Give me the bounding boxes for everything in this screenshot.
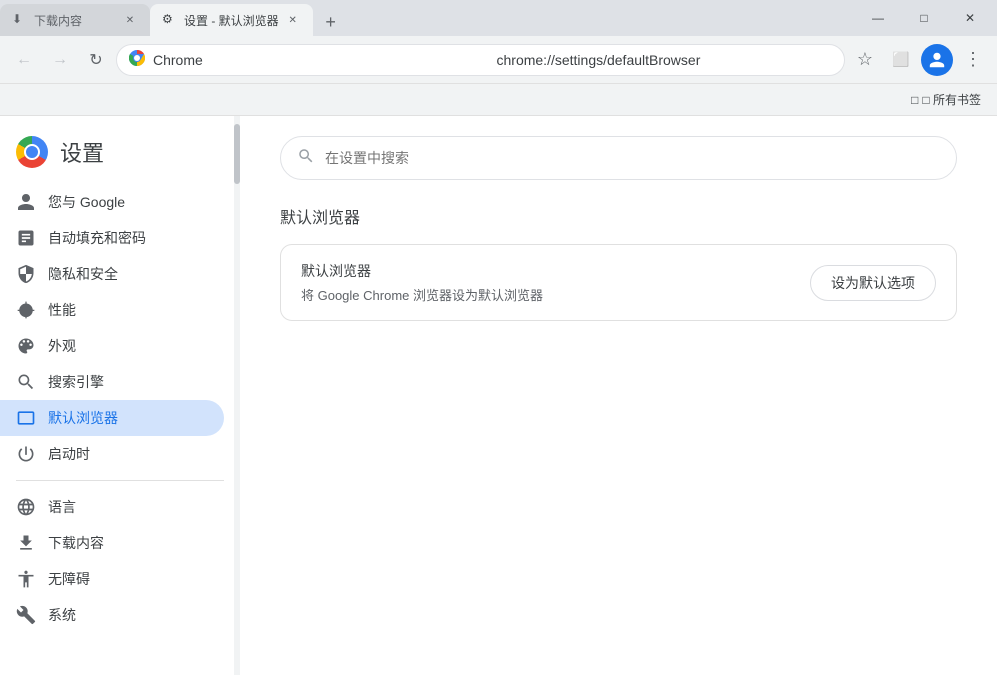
sidebar-item-google-label: 您与 Google [48, 192, 125, 212]
menu-button[interactable]: ⋮ [957, 44, 989, 76]
startup-icon [16, 444, 36, 464]
tab-settings-close[interactable]: ✕ [285, 12, 301, 28]
default-browser-card: 默认浏览器 将 Google Chrome 浏览器设为默认浏览器 设为默认选项 [280, 244, 957, 321]
sidebar-item-downloads-label: 下载内容 [48, 533, 104, 553]
sidebar-item-autofill-label: 自动填充和密码 [48, 228, 146, 248]
tab-downloads[interactable]: ⬇ 下载内容 ✕ [0, 4, 150, 36]
sidebar-item-startup-label: 启动时 [48, 444, 90, 464]
sidebar-scrollbar-thumb [234, 124, 240, 184]
chrome-logo-area: 设置 [0, 132, 240, 184]
sidebar-item-startup[interactable]: 启动时 [0, 436, 224, 472]
search-input[interactable] [325, 150, 940, 166]
sidebar-item-system-label: 系统 [48, 605, 76, 625]
sidebar-item-performance-label: 性能 [48, 300, 76, 320]
chrome-logo-small [129, 50, 145, 69]
card-subtitle: 将 Google Chrome 浏览器设为默认浏览器 [301, 285, 794, 304]
sidebar-item-privacy[interactable]: 隐私和安全 [0, 256, 224, 292]
sidebar-item-privacy-label: 隐私和安全 [48, 264, 118, 284]
chrome-logo-icon [16, 136, 48, 168]
minimize-button[interactable]: — [855, 0, 901, 36]
toolbar: ← → ↻ Chrome chrome://settings/defaultBr… [0, 36, 997, 84]
chrome-label: Chrome [153, 52, 489, 68]
card-text: 默认浏览器 将 Google Chrome 浏览器设为默认浏览器 [301, 261, 794, 304]
bookmarks-bar: □ □ 所有书签 [0, 84, 997, 116]
sidebar-item-google[interactable]: 您与 Google [0, 184, 224, 220]
sidebar-item-default-label: 默认浏览器 [48, 408, 118, 428]
google-icon [16, 192, 36, 212]
browser-content: 设置 您与 Google 自动填充和密码 隐私和安全 性能 [0, 116, 997, 675]
reload-button[interactable]: ↻ [80, 44, 112, 76]
new-tab-button[interactable]: + [317, 8, 345, 36]
section-title: 默认浏览器 [280, 204, 957, 228]
search-engine-icon [16, 372, 36, 392]
language-icon [16, 497, 36, 517]
tab-downloads-label: 下载内容 [34, 12, 82, 29]
tabs-area: ⬇ 下载内容 ✕ ⚙ 设置 - 默认浏览器 ✕ + [0, 0, 855, 36]
privacy-icon [16, 264, 36, 284]
download-tab-icon: ⬇ [12, 12, 28, 28]
sidebar-item-default-browser[interactable]: 默认浏览器 [0, 400, 224, 436]
sidebar: 设置 您与 Google 自动填充和密码 隐私和安全 性能 [0, 116, 240, 675]
settings-search-bar[interactable] [280, 136, 957, 180]
close-button[interactable]: ✕ [947, 0, 993, 36]
sidebar-item-performance[interactable]: 性能 [0, 292, 224, 328]
appearance-icon [16, 336, 36, 356]
settings-card-inner: 默认浏览器 将 Google Chrome 浏览器设为默认浏览器 设为默认选项 [281, 245, 956, 320]
forward-button[interactable]: → [44, 44, 76, 76]
settings-title: 设置 [60, 136, 104, 168]
url-text: chrome://settings/defaultBrowser [497, 52, 833, 68]
window-controls: — □ ✕ [855, 0, 997, 36]
sidebar-item-accessibility[interactable]: 无障碍 [0, 561, 224, 597]
back-button[interactable]: ← [8, 44, 40, 76]
titlebar: ⬇ 下载内容 ✕ ⚙ 设置 - 默认浏览器 ✕ + — □ ✕ [0, 0, 997, 36]
sidebar-item-accessibility-label: 无障碍 [48, 569, 90, 589]
maximize-button[interactable]: □ [901, 0, 947, 36]
sidebar-item-language-label: 语言 [48, 497, 76, 517]
sidebar-divider [16, 480, 224, 481]
performance-icon [16, 300, 36, 320]
tab-settings-label: 设置 - 默认浏览器 [184, 12, 279, 29]
tab-settings[interactable]: ⚙ 设置 - 默认浏览器 ✕ [150, 4, 313, 36]
sidebar-item-appearance[interactable]: 外观 [0, 328, 224, 364]
card-subtitle-text: 将 Google Chrome 浏览器设为默认浏览器 [301, 288, 543, 303]
sidebar-item-downloads[interactable]: 下载内容 [0, 525, 224, 561]
system-icon [16, 605, 36, 625]
card-title: 默认浏览器 [301, 261, 794, 281]
sidebar-scrollbar[interactable] [234, 116, 240, 675]
downloads-icon [16, 533, 36, 553]
sidebar-item-autofill[interactable]: 自动填充和密码 [0, 220, 224, 256]
accessibility-icon [16, 569, 36, 589]
autofill-icon [16, 228, 36, 248]
set-default-button[interactable]: 设为默认选项 [810, 265, 936, 301]
sidebar-item-language[interactable]: 语言 [0, 489, 224, 525]
settings-tab-icon: ⚙ [162, 12, 178, 28]
sidebar-item-system[interactable]: 系统 [0, 597, 224, 633]
all-bookmarks-label: □ 所有书签 [922, 91, 981, 108]
all-bookmarks[interactable]: □ □ 所有书签 [903, 87, 989, 112]
bookmark-button[interactable]: ☆ [849, 44, 881, 76]
folder-icon: □ [911, 93, 918, 107]
sidebar-item-appearance-label: 外观 [48, 336, 76, 356]
profile-button[interactable] [921, 44, 953, 76]
tab-downloads-close[interactable]: ✕ [122, 12, 138, 28]
extensions-button[interactable]: ⬜ [885, 44, 917, 76]
sidebar-item-search-label: 搜索引擎 [48, 372, 104, 392]
settings-main: 默认浏览器 默认浏览器 将 Google Chrome 浏览器设为默认浏览器 设… [240, 116, 997, 675]
address-bar[interactable]: Chrome chrome://settings/defaultBrowser [116, 44, 845, 76]
sidebar-item-search[interactable]: 搜索引擎 [0, 364, 224, 400]
default-browser-icon [16, 408, 36, 428]
search-icon [297, 147, 315, 170]
